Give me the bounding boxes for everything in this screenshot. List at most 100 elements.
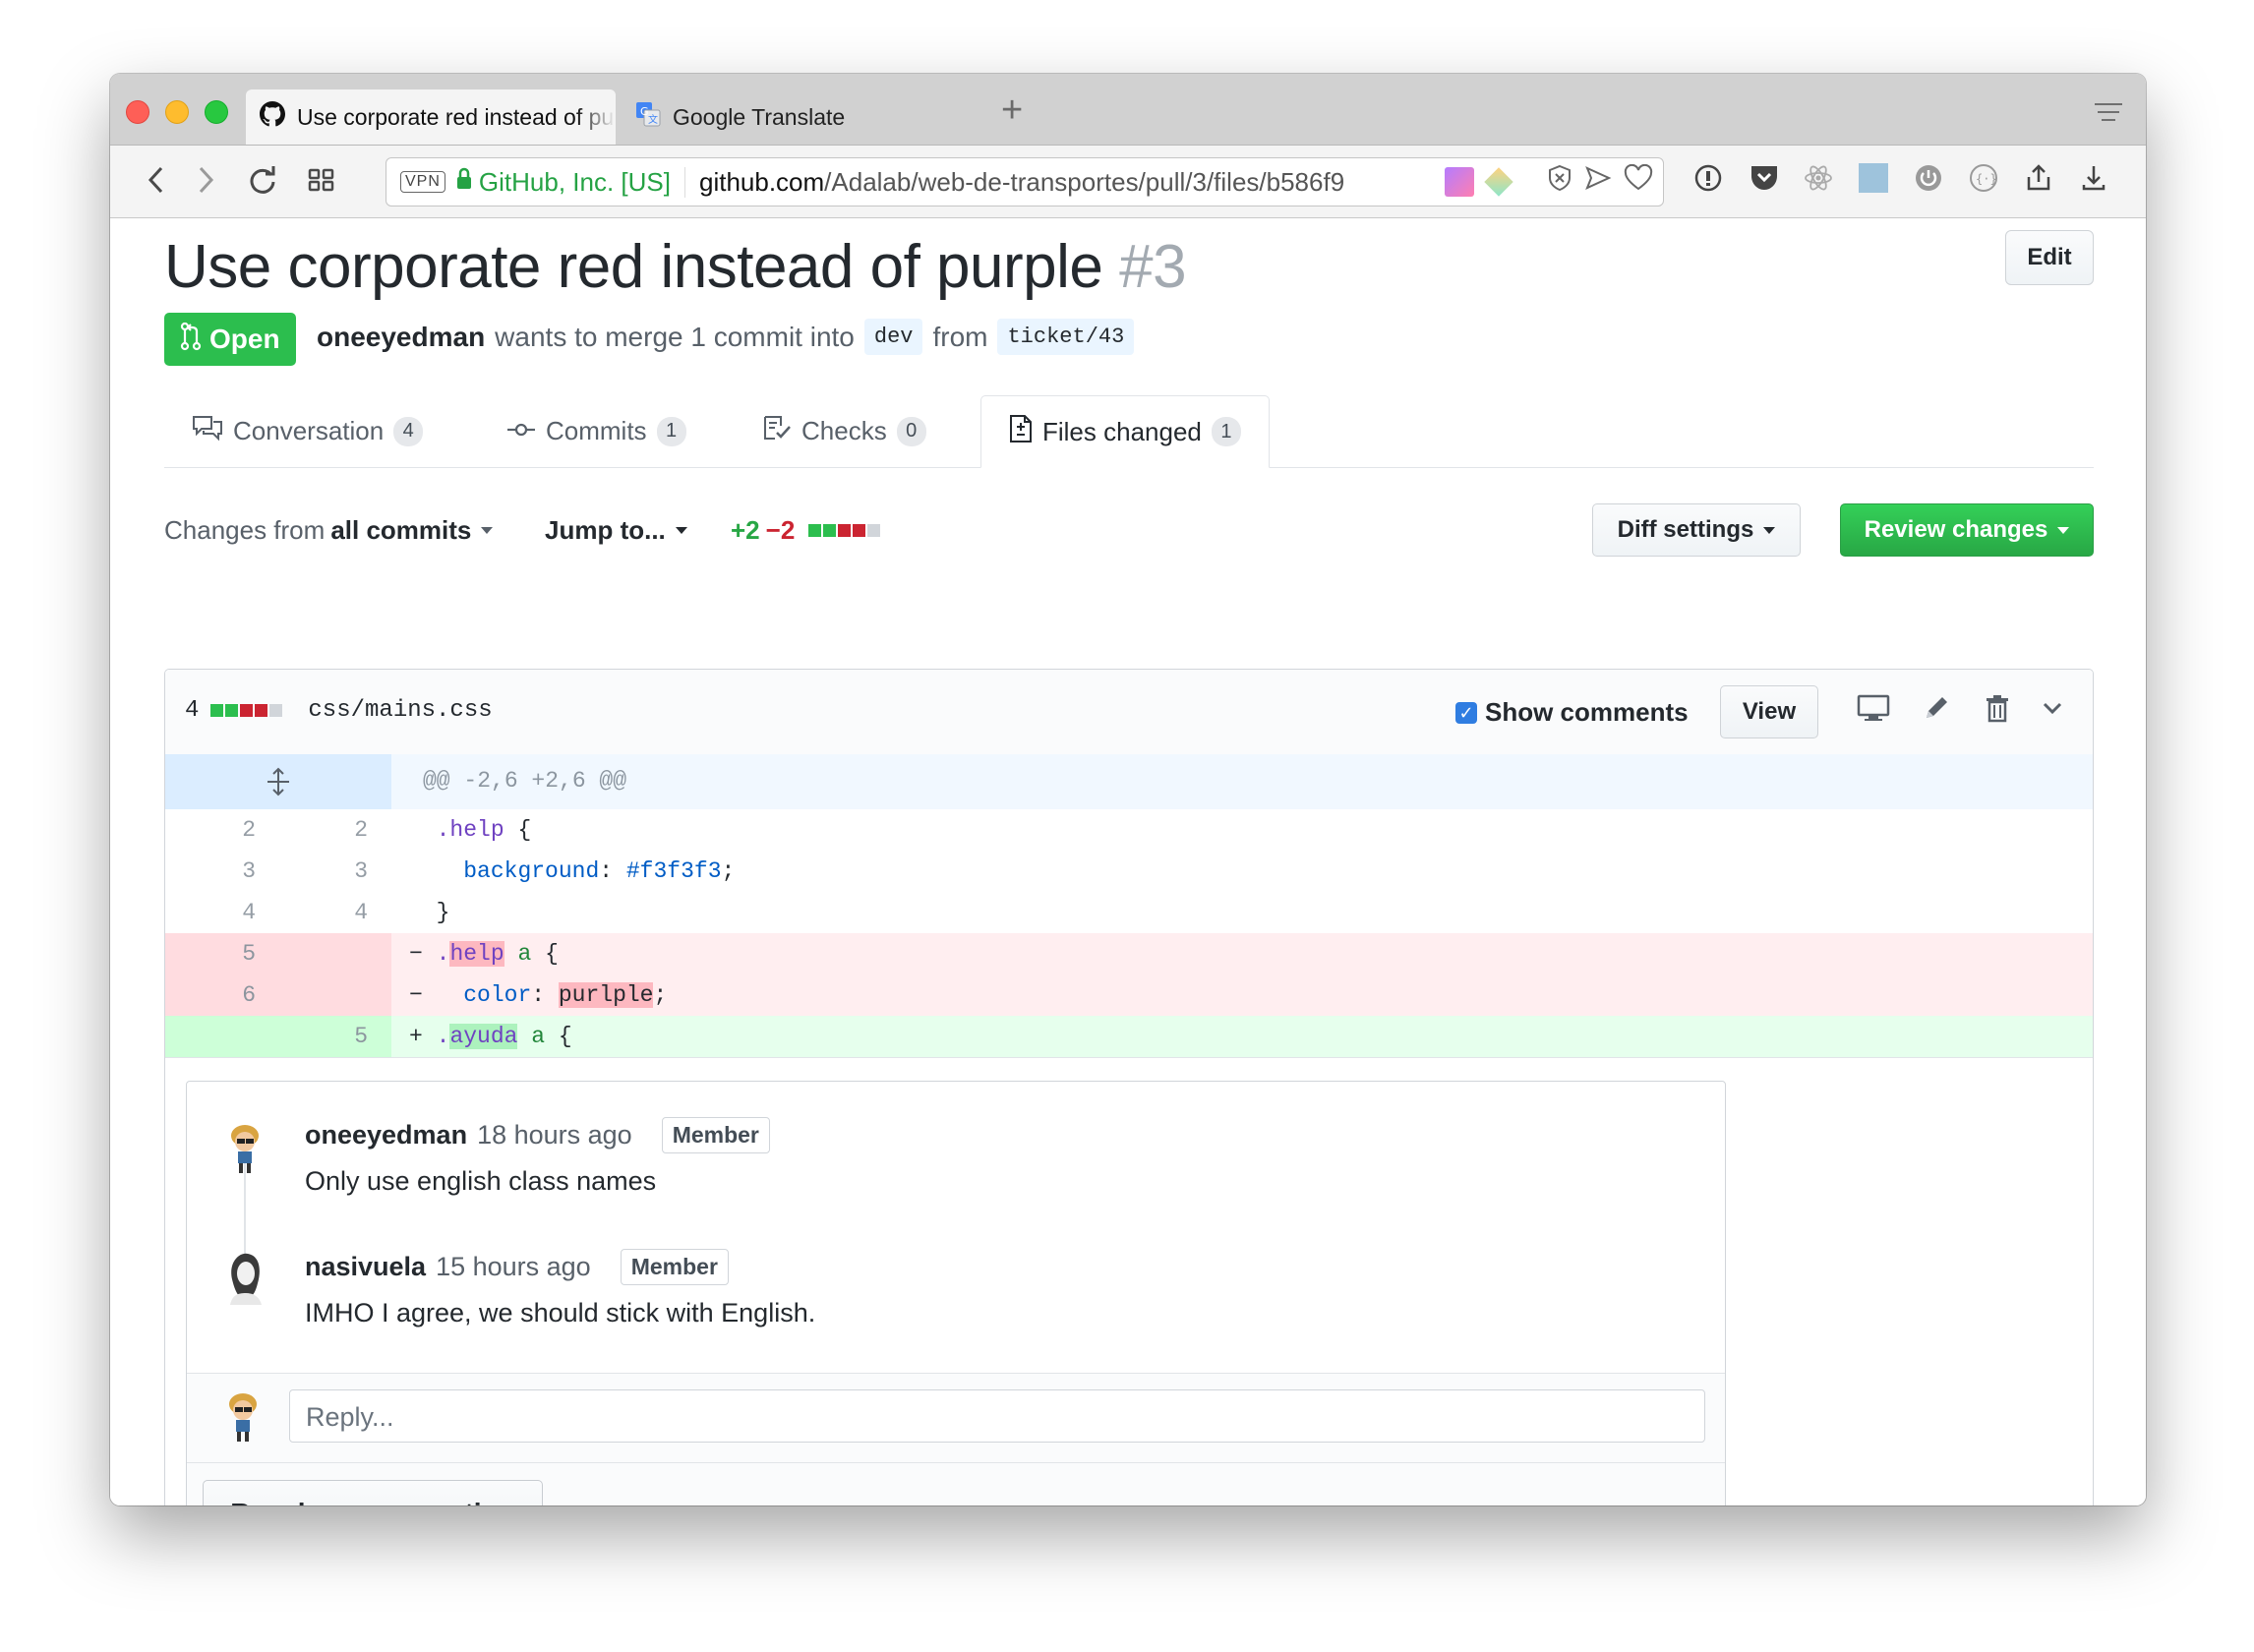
new-line-number[interactable]: 2 <box>319 817 368 843</box>
browser-tab-title: Use corporate red instead of purple #3 <box>297 103 616 130</box>
url-path: /Adalab/web-de-transportes/pull/3/files/… <box>824 166 1345 197</box>
reload-icon[interactable] <box>248 165 277 200</box>
old-line-number[interactable]: 2 <box>207 817 256 843</box>
hunk-header: @@ -2,6 +2,6 @@ <box>165 754 2093 809</box>
pr-author-link[interactable]: oneeyedman <box>317 322 485 353</box>
changes-from-dropdown[interactable]: Changes from all commits <box>164 515 494 546</box>
comment-discussion-icon <box>192 414 223 448</box>
send-icon[interactable] <box>1584 164 1612 199</box>
tab-menu-icon[interactable] <box>2095 103 2122 127</box>
speed-dial-icon[interactable] <box>307 165 336 200</box>
additions-count: +2 <box>731 515 760 545</box>
desktop-icon[interactable] <box>1857 693 1890 729</box>
address-bar[interactable]: VPN GitHub, Inc. [US] github.com/Adalab/… <box>386 157 1664 206</box>
vpn-badge[interactable]: VPN <box>400 171 445 193</box>
view-file-button[interactable]: View <box>1720 685 1818 738</box>
base-branch[interactable]: dev <box>863 319 923 355</box>
code-line: .help { <box>436 817 532 843</box>
file-name[interactable]: css/mains.css <box>308 697 492 724</box>
comment-time[interactable]: 15 hours ago <box>436 1252 591 1282</box>
forward-icon[interactable] <box>195 165 216 200</box>
tab-label: Checks <box>801 416 887 445</box>
download-icon[interactable] <box>2079 163 2108 199</box>
pencil-icon[interactable] <box>1922 693 1951 729</box>
new-line-number[interactable]: 4 <box>319 900 368 925</box>
json-viewer-icon[interactable]: {·} <box>1969 163 1998 199</box>
review-changes-button[interactable]: Review changes <box>1840 503 2094 557</box>
word-diff-added: ayuda <box>449 1024 518 1049</box>
react-devtools-icon[interactable] <box>1804 163 1833 199</box>
diff-toolbar: Changes from all commits Jump to... +2 −… <box>164 503 2094 559</box>
tab-checks[interactable]: Checks 0 <box>735 395 954 467</box>
avatar[interactable] <box>220 1253 269 1305</box>
old-line-number[interactable]: 3 <box>207 858 256 884</box>
square-extension-icon[interactable] <box>1859 163 1888 199</box>
file-diff-icon <box>1009 414 1033 450</box>
diff-line: 3 3 background: #f3f3f3; <box>165 851 2093 892</box>
comment-time[interactable]: 18 hours ago <box>477 1120 632 1150</box>
info-extension-icon[interactable] <box>1693 163 1723 199</box>
pr-title-text: Use corporate red instead of purple <box>164 233 1103 301</box>
address-bar-icons <box>1437 163 1653 199</box>
share-icon[interactable] <box>2024 163 2053 199</box>
comment-author[interactable]: oneeyedman <box>305 1120 467 1150</box>
comment-author[interactable]: nasivuela <box>305 1252 426 1282</box>
code-line: } <box>436 900 450 925</box>
site-identity[interactable]: GitHub, Inc. [US] <box>455 167 671 198</box>
minimize-window-button[interactable] <box>165 100 189 124</box>
reply-area: Reply... Resolve conversation <box>187 1373 1725 1505</box>
avatar[interactable] <box>220 1123 269 1173</box>
chevron-down-icon[interactable] <box>2040 693 2065 729</box>
show-comments-toggle[interactable]: ✓ Show comments <box>1455 697 1689 728</box>
rp-extension-icon[interactable] <box>1445 166 1474 197</box>
tab-bar: Use corporate red instead of purple #3 G… <box>110 74 2146 146</box>
tab-counter: 0 <box>896 416 926 446</box>
back-icon[interactable] <box>146 165 167 200</box>
new-line-number[interactable]: 5 <box>319 1024 368 1049</box>
diff-settings-label: Diff settings <box>1617 516 1754 543</box>
power-extension-icon[interactable] <box>1914 163 1943 199</box>
comment-body: IMHO I agree, we should stick with Engli… <box>305 1298 816 1328</box>
url-text[interactable]: github.com/Adalab/web-de-transportes/pul… <box>683 166 1345 198</box>
reply-input[interactable]: Reply... <box>289 1389 1705 1443</box>
maximize-window-button[interactable] <box>205 100 228 124</box>
diff-line: 4 4 } <box>165 892 2093 933</box>
page-viewport: Use corporate red instead of purple #3 E… <box>110 218 2146 1505</box>
hunk-range: @@ -2,6 +2,6 @@ <box>423 768 627 794</box>
pr-from-text: from <box>932 321 988 352</box>
adblock-shield-icon[interactable] <box>1547 164 1572 199</box>
old-line-number[interactable]: 6 <box>207 982 256 1008</box>
tab-conversation[interactable]: Conversation 4 <box>164 395 450 467</box>
resolve-conversation-button[interactable]: Resolve conversation <box>203 1480 543 1505</box>
heart-icon[interactable] <box>1624 163 1653 199</box>
pr-meta: oneeyedman wants to merge 1 commit into … <box>317 319 1135 355</box>
new-line-number[interactable]: 3 <box>319 858 368 884</box>
svg-text:文: 文 <box>648 113 658 126</box>
code-line: background: #f3f3f3; <box>436 858 736 884</box>
browser-tab-google-translate[interactable]: G文 Google Translate <box>622 89 995 145</box>
edit-button[interactable]: Edit <box>2005 230 2094 285</box>
old-line-number[interactable]: 4 <box>207 900 256 925</box>
file-stat: 4 css/mains.css <box>185 697 493 724</box>
tab-label: Files changed <box>1042 416 1202 446</box>
file-diff: 4 css/mains.css ✓ Show comments View @@ … <box>164 669 2094 1505</box>
checkbox-checked-icon[interactable]: ✓ <box>1455 701 1477 724</box>
trash-icon[interactable] <box>1985 693 2010 729</box>
github-icon <box>260 101 285 133</box>
pr-state-badge: Open <box>164 313 296 366</box>
pocket-icon[interactable] <box>1749 163 1780 199</box>
diff-settings-button[interactable]: Diff settings <box>1592 503 1801 557</box>
svg-text:{·}: {·} <box>1976 172 1997 186</box>
browser-tab-github[interactable]: Use corporate red instead of purple #3 <box>246 89 616 145</box>
close-window-button[interactable] <box>126 100 149 124</box>
tab-commits[interactable]: Commits 1 <box>479 395 714 467</box>
expand-icon[interactable] <box>165 754 391 809</box>
caret-down-icon <box>675 527 687 534</box>
tab-files-changed[interactable]: Files changed 1 <box>980 395 1270 468</box>
old-line-number[interactable]: 5 <box>207 941 256 967</box>
head-branch[interactable]: ticket/43 <box>997 319 1135 355</box>
cube-extension-icon[interactable] <box>1484 166 1513 197</box>
tab-label: Commits <box>546 416 647 445</box>
jump-to-dropdown[interactable]: Jump to... <box>545 515 687 546</box>
new-tab-button[interactable]: + <box>1001 91 1023 129</box>
